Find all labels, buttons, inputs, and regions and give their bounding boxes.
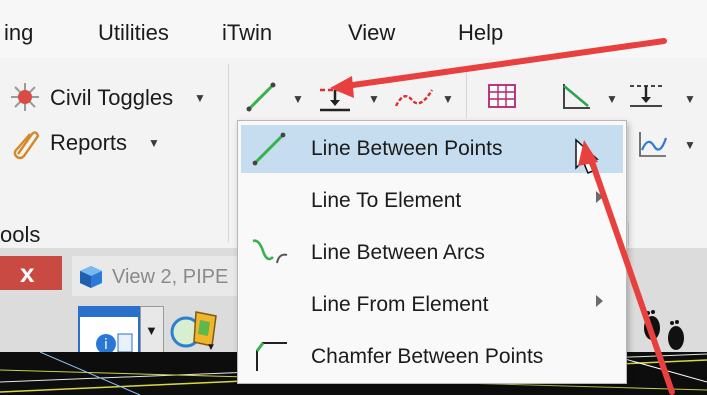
menu-item-help[interactable]: Help <box>458 20 503 46</box>
offset-tool-caret-icon[interactable]: ▼ <box>684 92 696 106</box>
menu-item-chamfer-between-points[interactable]: Chamfer Between Points <box>241 333 623 381</box>
angle-tool-icon[interactable] <box>560 80 592 112</box>
civil-toggles-button[interactable]: Civil Toggles <box>50 85 173 111</box>
menu-item-label: Chamfer Between Points <box>311 345 544 368</box>
menu-item-view[interactable]: View <box>348 20 395 46</box>
menu-item-label: Line Between Arcs <box>311 241 485 264</box>
menu-item-label: Line To Element <box>311 189 462 212</box>
view-tab[interactable]: View 2, PIPE <box>72 256 242 296</box>
chamfer-icon <box>255 342 287 371</box>
ribbon-separator <box>466 68 467 118</box>
menu-item-settings[interactable]: ing <box>4 20 33 46</box>
menu-item-label: Line From Element <box>311 293 489 316</box>
submenu-arrow-icon <box>596 191 603 203</box>
view-tab-label: View 2, PIPE <box>112 266 229 288</box>
civil-toggles-icon <box>11 83 39 111</box>
line-to-element-caret-icon[interactable]: ▼ <box>368 92 380 106</box>
curve-tool-caret-icon[interactable]: ▼ <box>684 138 696 152</box>
menu-item-line-between-arcs[interactable]: Line Between Arcs <box>241 229 623 277</box>
submenu-arrow-icon <box>596 295 603 307</box>
close-view-button[interactable]: x <box>0 256 62 290</box>
display-style-icon[interactable] <box>166 302 226 358</box>
line-between-points-icon <box>252 132 286 166</box>
offset-tool-icon[interactable] <box>628 80 664 112</box>
grid-tool-icon[interactable] <box>486 80 518 112</box>
menu-item-utilities[interactable]: Utilities <box>98 20 169 46</box>
civil-toggles-caret-icon[interactable]: ▼ <box>194 91 206 105</box>
walk-tool-icon[interactable] <box>632 306 702 358</box>
line-tool-caret-icon[interactable]: ▼ <box>292 92 304 106</box>
reports-caret-icon[interactable]: ▼ <box>148 136 160 150</box>
svg-text:i: i <box>104 337 108 353</box>
ribbon-group-label: ools <box>0 222 41 247</box>
menu-item-line-to-element[interactable]: Line To Element <box>241 177 623 225</box>
ribbon-separator <box>228 64 229 242</box>
arc-tool-caret-icon[interactable]: ▼ <box>442 92 454 106</box>
menu-item-itwin[interactable]: iTwin <box>222 20 272 46</box>
ribbon-separator <box>628 222 629 246</box>
angle-tool-caret-icon[interactable]: ▼ <box>606 92 618 106</box>
menu-item-line-from-element[interactable]: Line From Element <box>241 281 623 329</box>
line-to-element-tool-icon[interactable] <box>318 80 352 114</box>
reports-icon <box>13 131 40 160</box>
menu-item-label: Line Between Points <box>311 137 503 160</box>
view-cube-icon <box>80 266 102 288</box>
menu-item-line-between-points[interactable]: Line Between Points <box>241 125 623 173</box>
reports-button[interactable]: Reports <box>50 130 127 156</box>
chevron-down-icon: ▼ <box>145 323 158 338</box>
line-tools-dropdown: Line Between Points Line To Element Line… <box>237 120 627 384</box>
close-icon: x <box>20 258 35 288</box>
mouse-cursor-icon <box>575 138 599 174</box>
menu-bar: ing Utilities iTwin View Help <box>0 0 707 58</box>
view-attributes-icon[interactable]: i <box>78 306 140 358</box>
line-between-arcs-icon <box>252 239 288 264</box>
line-tool-icon[interactable] <box>244 80 278 114</box>
curve-tool-icon[interactable] <box>636 130 668 160</box>
line-between-arcs-tool-icon[interactable] <box>394 80 434 114</box>
